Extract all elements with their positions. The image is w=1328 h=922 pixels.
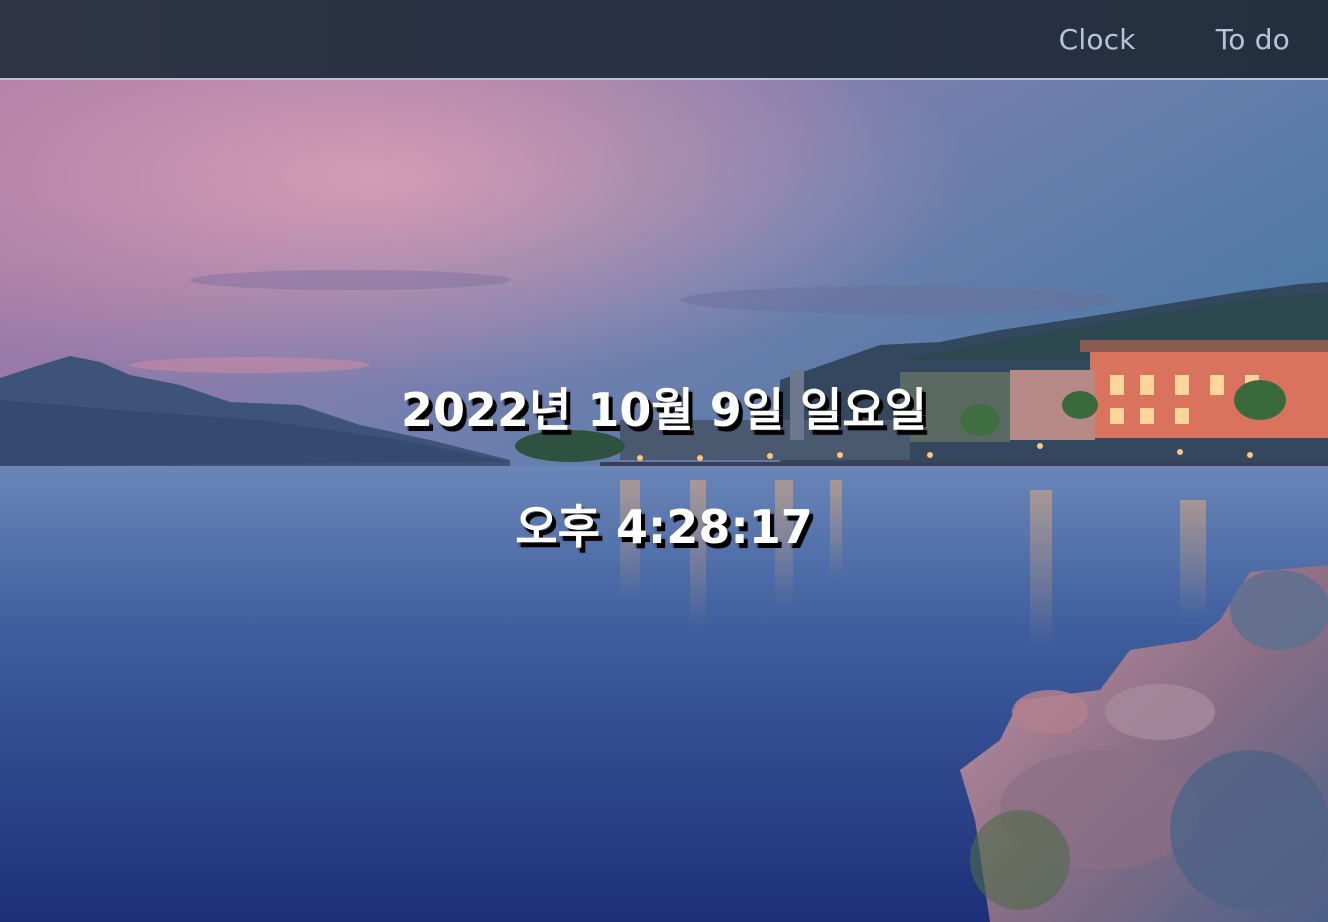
background-image	[0, 0, 1328, 922]
clock-time-row: 오후 4:28:17	[0, 497, 1328, 557]
nav-links: Clock To do	[1059, 0, 1290, 78]
top-navbar: Clock To do	[0, 0, 1328, 80]
app-window: Clock To do 2022년 10월 9일 일요일 오후 4:28:17	[0, 0, 1328, 922]
clock-time: 오후 4:28:17	[515, 500, 813, 554]
nav-link-clock[interactable]: Clock	[1059, 23, 1136, 56]
nav-link-todo[interactable]: To do	[1216, 23, 1290, 56]
clock-date-row: 2022년 10월 9일 일요일	[0, 380, 1328, 440]
clock-date: 2022년 10월 9일 일요일	[400, 383, 927, 437]
